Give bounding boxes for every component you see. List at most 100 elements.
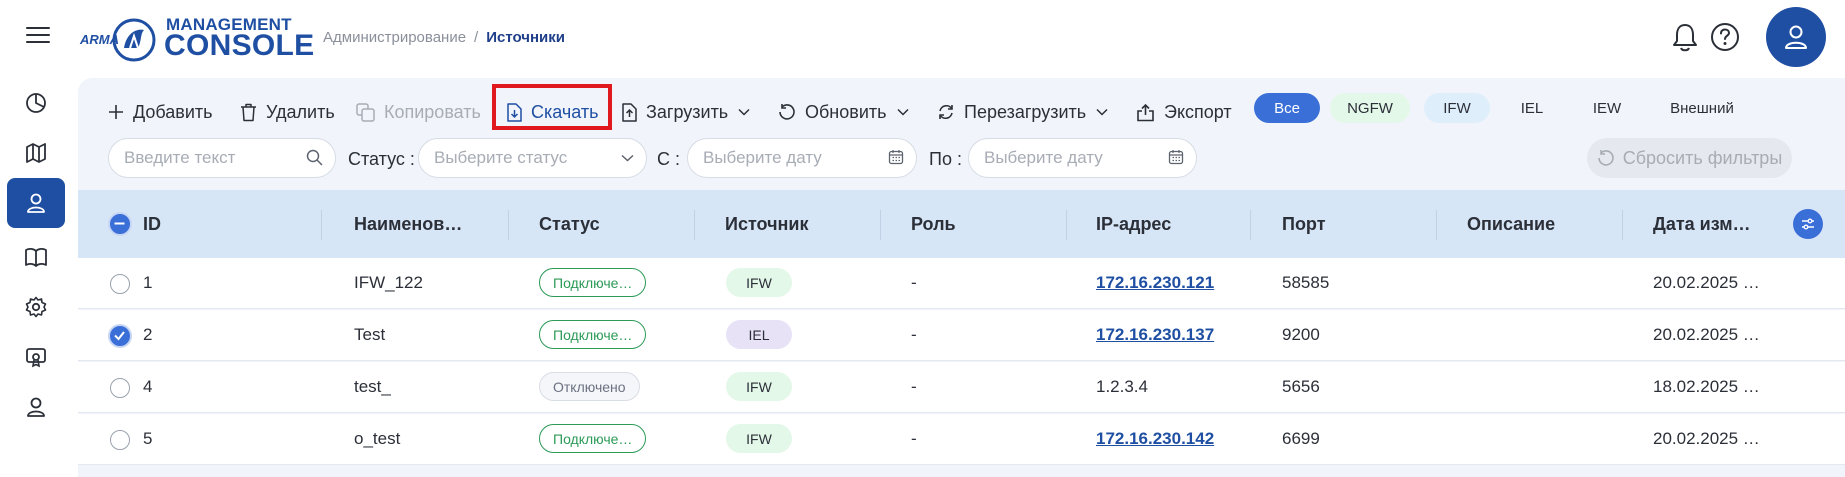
download-file-icon	[507, 102, 522, 122]
reset-filters-button[interactable]: Сбросить фильтры	[1587, 138, 1792, 178]
add-button[interactable]: Добавить	[108, 96, 213, 128]
row-checkbox[interactable]	[110, 274, 130, 294]
user-icon	[27, 193, 45, 213]
calendar-icon	[1168, 150, 1184, 165]
menu-icon[interactable]	[26, 27, 50, 45]
column-header-date[interactable]: Дата изм…	[1653, 214, 1751, 235]
nav-settings[interactable]	[8, 284, 64, 330]
nav-docs[interactable]	[8, 234, 64, 280]
chip-iel[interactable]: IEL	[1500, 93, 1564, 123]
table-header: ID Наименов… Статус Источник Роль IP-адр…	[78, 190, 1845, 258]
reload-icon	[939, 105, 953, 119]
row-checkbox[interactable]	[110, 430, 130, 450]
column-header-source[interactable]: Источник	[725, 214, 808, 235]
upload-button[interactable]: Загрузить	[621, 96, 750, 128]
status-select[interactable]: Выберите статус	[418, 138, 647, 178]
chevron-down-icon	[621, 154, 634, 162]
cell-name: IFW_122	[354, 273, 423, 292]
breadcrumb-separator: /	[474, 29, 479, 46]
table-row[interactable]: 5 o_test Подключе… IFW - 172.16.230.142 6699 2…	[78, 414, 1845, 465]
sliders-icon	[1802, 218, 1814, 230]
cell-ip-address[interactable]: 172.16.230.142	[1096, 429, 1214, 449]
nav-sources[interactable]	[7, 178, 65, 228]
column-divider[interactable]	[321, 210, 322, 240]
chevron-down-icon	[738, 108, 750, 116]
plus-icon	[109, 105, 123, 119]
search-input[interactable]: Введите текст	[108, 138, 336, 178]
chip-external-label: Внешний	[1670, 99, 1734, 117]
column-header-id[interactable]: ID	[143, 214, 161, 235]
breadcrumb-parent[interactable]: Администрирование	[323, 29, 466, 46]
export-button-label: Экспорт	[1164, 101, 1232, 122]
column-divider[interactable]	[694, 210, 695, 240]
chip-iew[interactable]: IEW	[1574, 93, 1640, 123]
copy-button-label: Копировать	[384, 101, 481, 122]
cell-name: o_test	[354, 429, 401, 448]
chip-ifw-label: IFW	[1443, 99, 1471, 117]
copy-button[interactable]: Копировать	[356, 96, 481, 128]
chip-all[interactable]: Все	[1254, 93, 1320, 123]
column-header-status[interactable]: Статус	[539, 214, 600, 235]
status-badge: Отключено	[539, 372, 640, 401]
logo-emblem-icon	[112, 18, 156, 62]
table-row[interactable]: 1 IFW_122 Подключе… IFW - 172.16.230.121 58585…	[78, 258, 1845, 309]
chevron-down-icon	[1096, 108, 1108, 116]
map-icon	[26, 143, 46, 163]
table-row[interactable]: 4 test_ Отключено IFW - 1.2.3.4 5656 18.02.2025…	[78, 362, 1845, 413]
download-button-label: Скачать	[531, 101, 599, 122]
nav-certificates[interactable]	[8, 334, 64, 380]
breadcrumb: Администрирование / Источники	[323, 29, 565, 46]
row-checkbox[interactable]	[110, 378, 130, 398]
nav-users[interactable]	[8, 384, 64, 430]
column-header-port[interactable]: Порт	[1282, 214, 1326, 235]
status-badge: Подключе…	[539, 320, 647, 349]
date-from-label: С :	[657, 149, 681, 169]
column-header-description[interactable]: Описание	[1467, 214, 1555, 235]
reload-button[interactable]: Перезагрузить	[937, 96, 1108, 128]
certificate-icon	[26, 348, 46, 368]
date-to-label: По :	[929, 149, 962, 169]
column-divider[interactable]	[880, 210, 881, 240]
chip-external[interactable]: Внешний	[1650, 93, 1754, 123]
cell-date: 20.02.2025 …	[1653, 273, 1760, 292]
column-header-role[interactable]: Роль	[911, 214, 956, 235]
chip-ngfw[interactable]: NGFW	[1330, 93, 1410, 123]
nav-dashboard[interactable]	[8, 80, 64, 126]
chip-ifw[interactable]: IFW	[1424, 93, 1490, 123]
calendar-icon	[888, 150, 904, 165]
table-row[interactable]: 2 Test Подключе… IEL - 172.16.230.137 9200 20.0…	[78, 310, 1845, 361]
avatar[interactable]	[1766, 7, 1826, 67]
export-icon	[1137, 103, 1154, 121]
refresh-button[interactable]: Обновить	[778, 96, 909, 128]
source-badge: IEL	[726, 320, 792, 349]
download-button[interactable]: Скачать	[506, 96, 599, 128]
cell-date: 18.02.2025 …	[1653, 377, 1760, 396]
export-button[interactable]: Экспорт	[1136, 96, 1232, 128]
logo[interactable]: ARMA MANAGEMENT CONSOLE	[80, 12, 314, 62]
cell-role: -	[911, 429, 917, 448]
help-icon[interactable]	[1708, 20, 1742, 54]
cell-ip-address[interactable]: 172.16.230.121	[1096, 273, 1214, 293]
date-from-input[interactable]: Выберите дату	[687, 138, 917, 178]
book-icon	[25, 248, 47, 267]
column-settings-button[interactable]	[1793, 209, 1823, 239]
top-bar: ARMA MANAGEMENT CONSOLE Администрировани…	[0, 0, 1845, 78]
status-placeholder: Выберите статус	[434, 148, 568, 167]
row-checkbox[interactable]	[110, 326, 130, 346]
cell-ip-address[interactable]: 172.16.230.137	[1096, 325, 1214, 345]
bell-icon[interactable]	[1668, 20, 1702, 54]
column-divider[interactable]	[1622, 210, 1623, 240]
column-header-name[interactable]: Наименов…	[354, 214, 462, 235]
select-all-checkbox[interactable]	[110, 214, 130, 234]
nav-map[interactable]	[8, 130, 64, 176]
column-divider[interactable]	[1436, 210, 1437, 240]
refresh-button-label: Обновить	[805, 101, 887, 122]
column-divider[interactable]	[1250, 210, 1251, 240]
date-to-input[interactable]: Выберите дату	[968, 138, 1197, 178]
delete-button[interactable]: Удалить	[240, 96, 335, 128]
column-divider[interactable]	[1066, 210, 1067, 240]
refresh-icon	[779, 104, 795, 120]
chip-ngfw-label: NGFW	[1347, 99, 1393, 117]
column-divider[interactable]	[508, 210, 509, 240]
column-header-ip[interactable]: IP-адрес	[1096, 214, 1171, 235]
